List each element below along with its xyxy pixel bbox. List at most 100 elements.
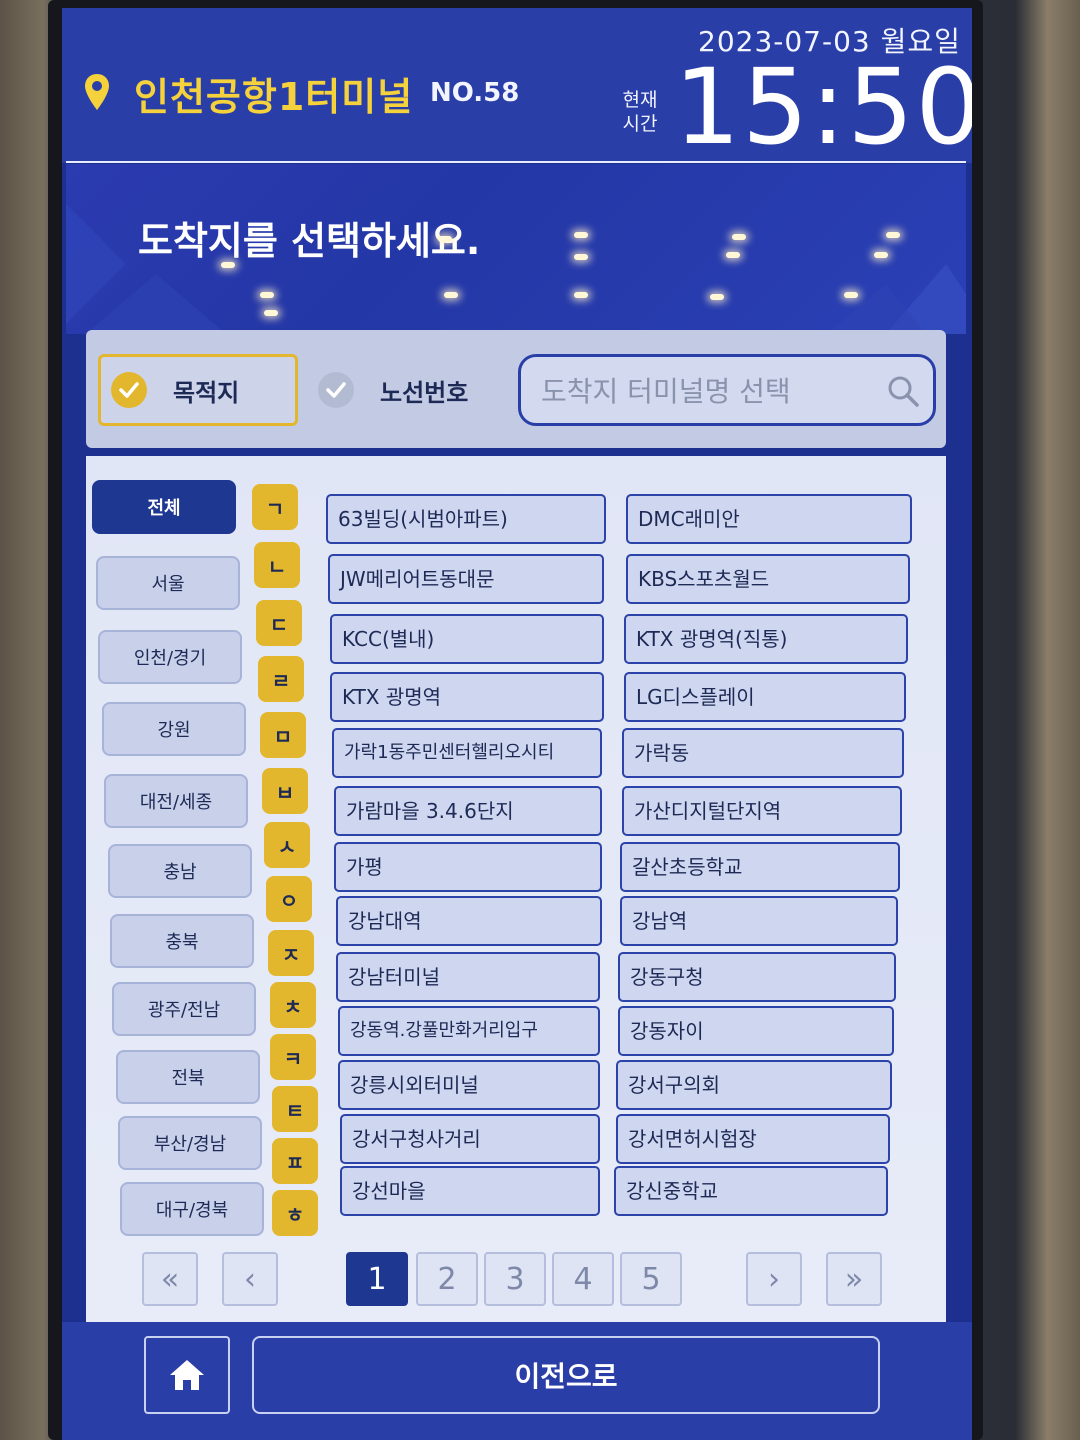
consonant-button[interactable]: ㄹ xyxy=(258,656,304,702)
destination-button[interactable]: 가락1동주민센터헬리오시티 xyxy=(332,728,602,778)
destination-button[interactable]: 강서구의회 xyxy=(616,1060,892,1110)
destination-button[interactable]: 강릉시외터미널 xyxy=(338,1060,600,1110)
page-button[interactable]: 4 xyxy=(552,1252,614,1306)
consonant-button[interactable]: ㅂ xyxy=(262,768,308,814)
destination-button[interactable]: 갈산초등학교 xyxy=(620,842,900,892)
bottom-bar: 이전으로 xyxy=(62,1322,972,1440)
home-icon xyxy=(170,1360,204,1390)
destination-button[interactable]: KCC(별내) xyxy=(330,614,604,664)
filter-bar: 목적지 노선번호 xyxy=(86,330,946,448)
page-button[interactable]: 2 xyxy=(416,1252,478,1306)
header: 인천공항1터미널 NO.58 2023-07-03 월요일 현재 시간 15:5… xyxy=(62,8,972,168)
destination-panel: 전체 서울 인천/경기 강원 대전/세종 충남 충북 광주/전남 전북 부산/경… xyxy=(86,456,946,1326)
ceiling-light-reflection xyxy=(726,252,740,258)
destination-button[interactable]: 가람마을 3.4.6단지 xyxy=(334,786,602,836)
search-icon[interactable] xyxy=(885,373,921,409)
consonant-button[interactable]: ㄱ xyxy=(252,484,298,530)
ceiling-light-reflection xyxy=(574,292,588,298)
ceiling-light-reflection xyxy=(874,252,888,258)
consonant-button[interactable]: ㄷ xyxy=(256,600,302,646)
destination-button[interactable]: 강서면허시험장 xyxy=(616,1114,890,1164)
consonant-button[interactable]: ㅌ xyxy=(272,1086,318,1132)
page-button[interactable]: 5 xyxy=(620,1252,682,1306)
destination-button[interactable]: 강남역 xyxy=(620,896,898,946)
consonant-button[interactable]: ㅇ xyxy=(266,876,312,922)
ceiling-light-reflection xyxy=(710,294,724,300)
region-button-jeonbuk[interactable]: 전북 xyxy=(116,1050,260,1104)
consonant-button[interactable]: ㅅ xyxy=(264,822,310,868)
destination-button[interactable]: KTX 광명역 xyxy=(330,672,604,722)
destination-button[interactable]: 가산디지털단지역 xyxy=(622,786,902,836)
destination-button[interactable]: 강남터미널 xyxy=(336,952,600,1002)
destination-button[interactable]: KBS스포츠월드 xyxy=(626,554,910,604)
search-box xyxy=(518,354,936,426)
kiosk-number: NO.58 xyxy=(430,78,520,108)
last-page-button[interactable]: » xyxy=(826,1252,882,1306)
first-page-button[interactable]: « xyxy=(142,1252,198,1306)
ceiling-light-reflection xyxy=(574,254,588,260)
checkmark-icon xyxy=(111,372,147,408)
instruction-text: 도착지를 선택하세요. xyxy=(138,219,481,263)
consonant-button[interactable]: ㅎ xyxy=(272,1190,318,1236)
ceiling-light-reflection xyxy=(886,232,900,238)
kiosk-screen: 인천공항1터미널 NO.58 2023-07-03 월요일 현재 시간 15:5… xyxy=(62,8,972,1440)
destination-button[interactable]: 강남대역 xyxy=(336,896,602,946)
prev-page-button[interactable]: ‹ xyxy=(222,1252,278,1306)
current-time-label: 현재 시간 xyxy=(622,89,658,135)
next-page-button[interactable]: › xyxy=(746,1252,802,1306)
destination-button[interactable]: 강동자이 xyxy=(618,1006,894,1056)
home-button[interactable] xyxy=(144,1336,230,1414)
destination-button[interactable]: 강서구청사거리 xyxy=(340,1114,600,1164)
destination-button[interactable]: JW메리어트동대문 xyxy=(328,554,604,604)
region-button-seoul[interactable]: 서울 xyxy=(96,556,240,610)
destination-button[interactable]: KTX 광명역(직통) xyxy=(624,614,908,664)
ceiling-light-reflection xyxy=(444,292,458,298)
destination-button[interactable]: 강동구청 xyxy=(618,952,896,1002)
region-button-chungnam[interactable]: 충남 xyxy=(108,844,252,898)
ceiling-light-reflection xyxy=(221,262,235,268)
region-button-daegu-gyeongbuk[interactable]: 대구/경북 xyxy=(120,1182,264,1236)
destination-button[interactable]: 가평 xyxy=(334,842,602,892)
region-button-gangwon[interactable]: 강원 xyxy=(102,702,246,756)
region-button-chungbuk[interactable]: 충북 xyxy=(110,914,254,968)
pagination: « ‹ 1 2 3 4 5 › » xyxy=(122,1248,962,1318)
region-button-all[interactable]: 전체 xyxy=(92,480,236,534)
consonant-button[interactable]: ㅁ xyxy=(260,712,306,758)
region-button-busan-gyeongnam[interactable]: 부산/경남 xyxy=(118,1116,262,1170)
location-pin-icon xyxy=(85,74,109,110)
destination-button[interactable]: DMC래미안 xyxy=(626,494,912,544)
destination-filter-button[interactable]: 목적지 xyxy=(98,354,298,426)
page-button-current[interactable]: 1 xyxy=(346,1252,408,1306)
page-button[interactable]: 3 xyxy=(484,1252,546,1306)
search-input[interactable] xyxy=(541,369,871,413)
destination-filter-label: 목적지 xyxy=(173,378,240,407)
destination-button[interactable]: 강선마을 xyxy=(340,1166,600,1216)
ceiling-light-reflection xyxy=(260,292,274,298)
route-number-filter-button[interactable]: 노선번호 xyxy=(308,354,498,426)
consonant-button[interactable]: ㅈ xyxy=(268,930,314,976)
ceiling-light-reflection xyxy=(438,236,452,242)
destination-button[interactable]: 가락동 xyxy=(622,728,904,778)
destination-button[interactable]: LG디스플레이 xyxy=(624,672,906,722)
destination-button[interactable]: 강신중학교 xyxy=(614,1166,888,1216)
terminal-name: 인천공항1터미널 xyxy=(134,75,414,119)
ceiling-light-reflection xyxy=(574,232,588,238)
ceiling-light-reflection xyxy=(732,234,746,240)
ceiling-light-reflection xyxy=(844,292,858,298)
consonant-button[interactable]: ㅍ xyxy=(272,1138,318,1184)
region-button-gwangju-jeonnam[interactable]: 광주/전남 xyxy=(112,982,256,1036)
destination-button[interactable]: 63빌딩(시범아파트) xyxy=(326,494,606,544)
route-number-filter-label: 노선번호 xyxy=(380,378,469,407)
region-button-daejeon-sejong[interactable]: 대전/세종 xyxy=(104,774,248,828)
back-button[interactable]: 이전으로 xyxy=(252,1336,880,1414)
consonant-button[interactable]: ㅋ xyxy=(270,1034,316,1080)
checkmark-icon xyxy=(318,372,354,408)
region-button-incheon-gyeonggi[interactable]: 인천/경기 xyxy=(98,630,242,684)
consonant-button[interactable]: ㄴ xyxy=(254,542,300,588)
header-divider xyxy=(66,161,966,163)
destination-button[interactable]: 강동역.강풀만화거리입구 xyxy=(338,1006,600,1056)
consonant-button[interactable]: ㅊ xyxy=(270,982,316,1028)
instruction-banner: 도착지를 선택하세요. xyxy=(66,164,966,334)
current-time: 15:50 xyxy=(674,46,972,168)
ceiling-light-reflection xyxy=(264,310,278,316)
